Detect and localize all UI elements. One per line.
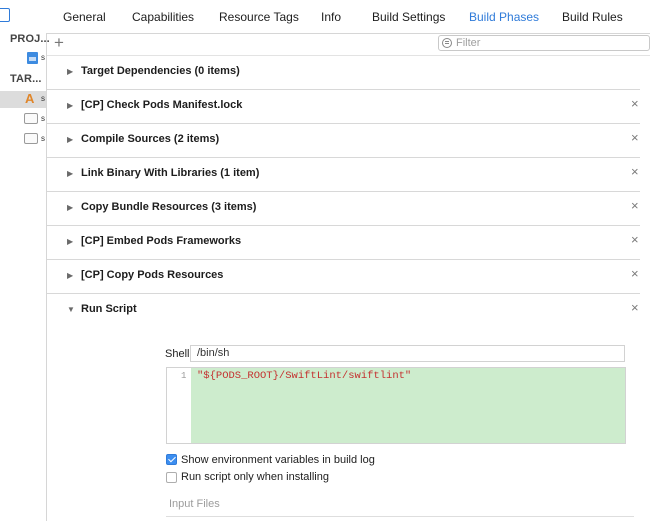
navigator-toggle-icon[interactable] <box>0 8 10 22</box>
phase-compile-sources[interactable]: ▶ Compile Sources (2 items) × <box>47 123 640 158</box>
shell-value: /bin/sh <box>197 347 230 359</box>
disclosure-triangle-icon[interactable]: ▶ <box>67 271 73 281</box>
tab-general[interactable]: General <box>63 10 106 24</box>
phase-check-pods-manifest[interactable]: ▶ [CP] Check Pods Manifest.lock × <box>47 89 640 124</box>
phase-title: [CP] Embed Pods Frameworks <box>81 235 242 247</box>
phase-copy-pods-resources[interactable]: ▶ [CP] Copy Pods Resources × <box>47 259 640 294</box>
install-only-label: Run script only when installing <box>181 471 329 483</box>
tab-build-phases[interactable]: Build Phases <box>469 10 539 24</box>
project-navigator-sidebar: PROJ... s TAR... A s s s <box>0 33 50 521</box>
disclosure-triangle-icon[interactable]: ▶ <box>67 101 73 111</box>
disclosure-triangle-icon[interactable]: ▶ <box>67 237 73 247</box>
bundle-target-icon <box>24 113 38 124</box>
disclosure-triangle-icon[interactable]: ▶ <box>67 203 73 213</box>
script-code-area[interactable]: "${PODS_ROOT}/SwiftLint/swiftlint" <box>191 368 625 443</box>
editor-tab-bar: General Capabilities Resource Tags Info … <box>0 0 650 34</box>
sidebar-item-label: s <box>41 94 45 103</box>
disclosure-triangle-icon[interactable]: ▶ <box>67 135 73 145</box>
show-env-vars-checkbox[interactable] <box>166 454 177 465</box>
phase-title: Target Dependencies (0 items) <box>81 65 240 77</box>
sidebar-item-label: s <box>41 53 45 62</box>
sidebar-item-label: s <box>41 134 45 143</box>
project-section-header: PROJ... <box>10 33 50 45</box>
phase-copy-bundle-resources[interactable]: ▶ Copy Bundle Resources (3 items) × <box>47 191 640 226</box>
filter-icon <box>442 38 452 48</box>
phase-title: Run Script <box>81 303 137 315</box>
build-phases-toolbar: + Filter <box>47 33 650 56</box>
disclosure-triangle-icon[interactable]: ▶ <box>67 169 73 179</box>
delete-phase-close-icon[interactable]: × <box>631 97 639 111</box>
line-number: 1 <box>181 371 187 381</box>
phase-title: Copy Bundle Resources (3 items) <box>81 201 257 213</box>
phase-title: [CP] Copy Pods Resources <box>81 269 224 281</box>
delete-phase-close-icon[interactable]: × <box>631 233 639 247</box>
app-target-icon: A <box>25 91 35 106</box>
add-build-phase-button[interactable]: + <box>54 34 64 52</box>
input-files-header: Input Files <box>169 498 220 510</box>
shell-label: Shell <box>165 348 190 360</box>
delete-phase-close-icon[interactable]: × <box>631 131 639 145</box>
phase-embed-pods-frameworks[interactable]: ▶ [CP] Embed Pods Frameworks × <box>47 225 640 260</box>
delete-phase-close-icon[interactable]: × <box>631 199 639 213</box>
sidebar-item-project[interactable]: s <box>0 50 46 67</box>
phase-run-script[interactable]: ▼ Run Script × <box>47 293 640 327</box>
input-files-divider <box>166 516 634 517</box>
phase-target-dependencies[interactable]: ▶ Target Dependencies (0 items) <box>47 55 640 90</box>
sidebar-item-target-3[interactable]: s <box>0 131 46 148</box>
tab-capabilities[interactable]: Capabilities <box>132 10 194 24</box>
disclosure-triangle-icon[interactable]: ▶ <box>67 67 73 77</box>
filter-field[interactable]: Filter <box>438 35 650 51</box>
shell-input[interactable]: /bin/sh <box>190 345 625 362</box>
sidebar-item-target-2[interactable]: s <box>0 111 46 128</box>
tab-build-settings[interactable]: Build Settings <box>372 10 445 24</box>
disclosure-triangle-icon[interactable]: ▼ <box>67 305 75 315</box>
bundle-target-icon <box>24 133 38 144</box>
phase-title: Compile Sources (2 items) <box>81 133 220 145</box>
filter-placeholder: Filter <box>456 37 481 49</box>
show-env-vars-label: Show environment variables in build log <box>181 454 375 466</box>
tab-resource-tags[interactable]: Resource Tags <box>219 10 299 24</box>
project-file-icon <box>27 52 38 64</box>
tab-build-rules[interactable]: Build Rules <box>562 10 623 24</box>
targets-section-header: TAR... <box>10 73 42 85</box>
script-editor[interactable]: 1 "${PODS_ROOT}/SwiftLint/swiftlint" <box>166 367 626 444</box>
script-code-line: "${PODS_ROOT}/SwiftLint/swiftlint" <box>197 370 412 382</box>
sidebar-item-label: s <box>41 114 45 123</box>
phase-title: Link Binary With Libraries (1 item) <box>81 167 260 179</box>
install-only-checkbox[interactable] <box>166 472 177 483</box>
sidebar-item-app-target[interactable]: A s <box>0 91 46 108</box>
line-number-gutter: 1 <box>167 368 191 443</box>
phase-link-binary[interactable]: ▶ Link Binary With Libraries (1 item) × <box>47 157 640 192</box>
delete-phase-close-icon[interactable]: × <box>631 165 639 179</box>
tab-info[interactable]: Info <box>321 10 341 24</box>
delete-phase-close-icon[interactable]: × <box>631 301 639 315</box>
delete-phase-close-icon[interactable]: × <box>631 267 639 281</box>
phase-title: [CP] Check Pods Manifest.lock <box>81 99 243 111</box>
